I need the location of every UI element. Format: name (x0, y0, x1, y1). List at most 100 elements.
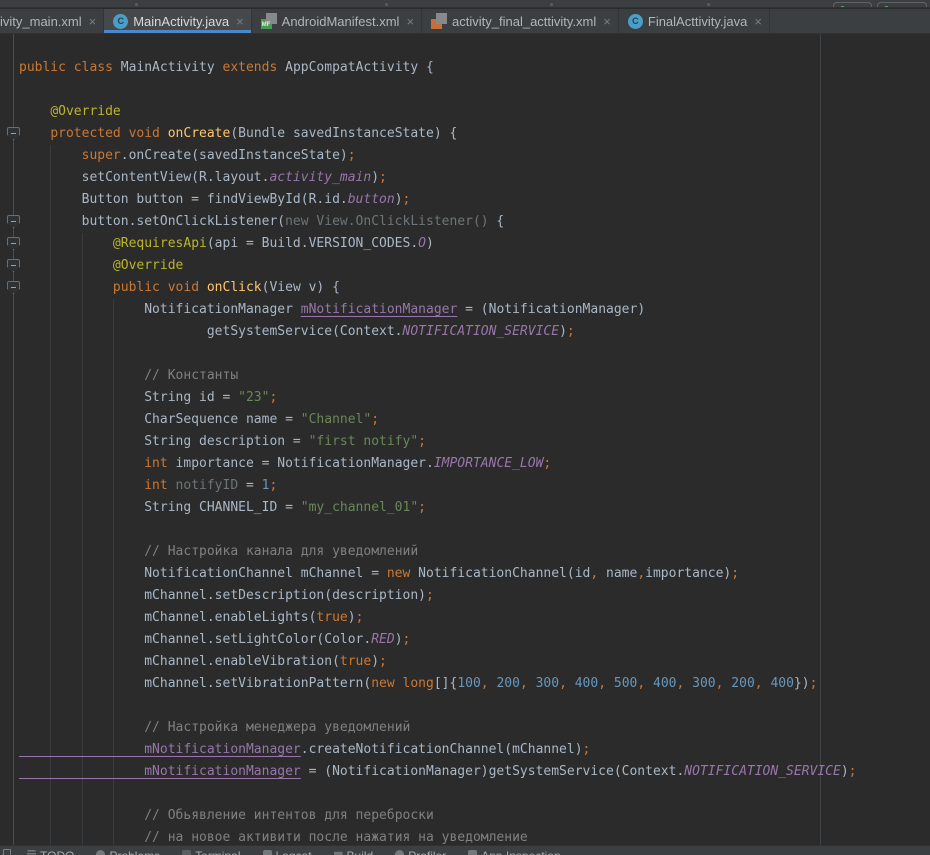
code-token: @Override (50, 104, 120, 119)
tab-close-icon[interactable]: × (406, 15, 414, 28)
tool-window-button-todo[interactable]: TODO (27, 846, 74, 855)
code-token: true (316, 610, 347, 625)
code-token: IMPORTANCE_LOW (434, 456, 544, 471)
code-token: true (340, 654, 371, 669)
code-token: ) (371, 654, 379, 669)
code-token: button (348, 192, 395, 207)
code-token: int (144, 478, 167, 493)
app-inspection-icon (468, 850, 477, 855)
code-token: O (418, 236, 426, 251)
tab-close-icon[interactable]: × (89, 15, 97, 28)
code-token: onCreate (168, 126, 231, 141)
code-token: mNotificationManager (301, 302, 458, 317)
code-line: String CHANNEL_ID = "my_channel_01"; (19, 497, 856, 519)
code-token: , (755, 676, 771, 691)
code-token: = (NotificationManager) (457, 302, 645, 317)
code-token: ; (567, 324, 575, 339)
code-token: = (238, 478, 261, 493)
code-token (19, 830, 144, 845)
editor-tab-2[interactable]: MF AndroidManifest.xml × (252, 9, 422, 33)
code-token: new long (371, 676, 434, 691)
code-token: String CHANNEL_ID = (19, 500, 301, 515)
code-token (19, 126, 50, 141)
code-token: ; (269, 478, 277, 493)
code-token: ; (403, 192, 411, 207)
code-token: mNotificationManager (19, 742, 301, 757)
code-line: protected void onCreate(Bundle savedInst… (19, 123, 856, 145)
editor-tab-0[interactable]: ivity_main.xml × (0, 9, 104, 33)
tab-label: ivity_main.xml (0, 14, 82, 29)
code-token: = (NotificationManager)getSystemService(… (301, 764, 685, 779)
code-token (19, 258, 113, 273)
code-token: ; (269, 390, 277, 405)
code-line: String description = "first notify"; (19, 431, 856, 453)
code-token: activity_main (269, 170, 371, 185)
tab-label: MainActivity.java (133, 14, 229, 29)
tool-window-buttons: TODO Problems Terminal Logcat Build Prof… (27, 846, 583, 855)
code-line: NotificationManager mNotificationManager… (19, 299, 856, 321)
editor-tab-3[interactable]: activity_final_acttivity.xml × (422, 9, 619, 33)
code-token: RED (371, 632, 394, 647)
tool-window-button-terminal[interactable]: Terminal (182, 846, 240, 855)
code-token: ; (418, 500, 426, 515)
code-token: ; (403, 632, 411, 647)
code-line: public class MainActivity extends AppCom… (19, 57, 856, 79)
code-token: mChannel.enableVibration( (19, 654, 340, 669)
window-icon[interactable] (3, 849, 11, 855)
code-token: ; (810, 676, 818, 691)
code-line (19, 783, 856, 805)
code-token: ; (356, 610, 364, 625)
tab-label: AndroidManifest.xml (282, 14, 400, 29)
run-widget[interactable] (833, 2, 872, 8)
tool-window-button-profiler[interactable]: Profiler (395, 846, 446, 855)
code-token: notifyID (168, 478, 238, 493)
tool-window-button-app-inspection[interactable]: App Inspection (468, 846, 560, 855)
code-token: String description = (19, 434, 309, 449)
tool-window-label: TODO (40, 846, 74, 855)
code-token (19, 808, 144, 823)
code-line: setContentView(R.layout.activity_main); (19, 167, 856, 189)
tab-close-icon[interactable]: × (603, 15, 611, 28)
code-line: @Override (19, 101, 856, 123)
code-token: ; (379, 654, 387, 669)
code-token: mChannel.setVibrationPattern( (19, 676, 371, 691)
code-line (19, 343, 856, 365)
code-editor[interactable]: public class MainActivity extends AppCom… (0, 34, 930, 845)
code-token: []{ (434, 676, 457, 691)
device-status-icon (884, 6, 889, 8)
code-token: 300 (692, 676, 715, 691)
code-line: mChannel.enableLights(true); (19, 607, 856, 629)
tab-close-icon[interactable]: × (754, 15, 762, 28)
code-token (19, 280, 113, 295)
logcat-icon (263, 850, 272, 855)
tool-window-button-logcat[interactable]: Logcat (263, 846, 312, 855)
code-token: , (481, 676, 497, 691)
code-token: { (489, 214, 505, 229)
code-line: getSystemService(Context.NOTIFICATION_SE… (19, 321, 856, 343)
code-token: (api = Build.VERSION_CODES. (207, 236, 418, 251)
code-token: @Override (113, 258, 183, 273)
editor-tab-1[interactable]: C MainActivity.java × (104, 9, 251, 33)
code-token: String id = (19, 390, 238, 405)
code-token: , (637, 566, 645, 581)
editor-tab-4[interactable]: C FinalActtivity.java × (619, 9, 770, 33)
code-token: new View.OnClickListener() (285, 214, 489, 229)
code-token: name (598, 566, 637, 581)
code-token: // Настройка менеджера уведомлений (144, 720, 410, 735)
code-token: mChannel.setDescription(description) (19, 588, 426, 603)
problems-icon (96, 850, 105, 855)
code-line (19, 695, 856, 717)
toolbar-dot (707, 3, 710, 6)
code-token (19, 236, 113, 251)
tool-window-button-problems[interactable]: Problems (96, 846, 160, 855)
device-widget[interactable] (877, 2, 927, 8)
code-token: getSystemService(Context. (19, 324, 403, 339)
tab-close-icon[interactable]: × (236, 15, 244, 28)
code-token: CharSequence name = (19, 412, 301, 427)
code-line: // Обьявление интентов для переброски (19, 805, 856, 827)
tool-window-button-build[interactable]: Build (334, 846, 374, 855)
code-token: int (144, 456, 167, 471)
code-token: Button button = findViewById(R.id. (19, 192, 348, 207)
code-token: }) (794, 676, 810, 691)
code-token: ) (395, 192, 403, 207)
